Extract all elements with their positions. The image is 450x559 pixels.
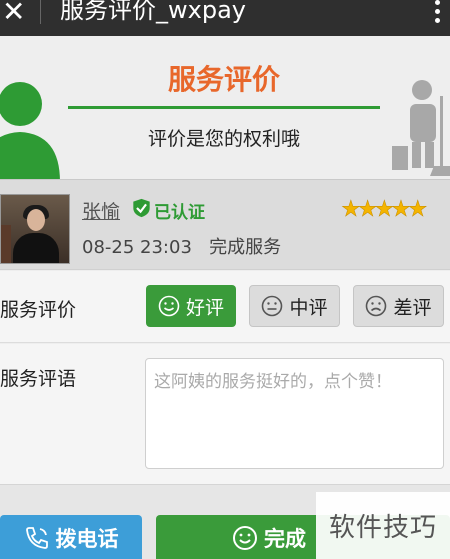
star-rating: ★★★★★	[341, 197, 428, 223]
rating-label: 服务评价	[0, 299, 77, 321]
service-meta: 08-25 23:03 完成服务	[82, 233, 281, 259]
frown-icon	[366, 295, 387, 317]
more-menu-icon[interactable]	[434, 0, 442, 23]
divider	[40, 0, 41, 24]
person-icon	[0, 82, 60, 182]
page-title: 服务评价	[167, 63, 280, 96]
watermark: 软件技巧	[316, 492, 450, 559]
verified-shield-icon	[133, 198, 150, 218]
comment-label: 服务评语	[0, 368, 77, 390]
bad-rating-button[interactable]: 差评	[353, 285, 444, 327]
page-subtitle: 评价是您的权利哦	[147, 128, 300, 150]
verified-label: 已认证	[154, 203, 205, 223]
neutral-rating-label: 中评	[289, 296, 328, 319]
avatar	[0, 194, 70, 264]
worker-card: 张愉 已认证 ★★★★★ 08-25 23:03 完成服务	[0, 179, 450, 270]
service-status: 完成服务	[209, 237, 282, 258]
cleaner-icon	[392, 80, 450, 176]
good-rating-label: 好评	[185, 296, 224, 319]
title-bar: ✕ 服务评价_wxpay	[0, 0, 450, 36]
comment-input[interactable]	[145, 358, 444, 469]
smile-icon	[158, 295, 180, 317]
neutral-face-icon	[262, 295, 283, 317]
close-icon[interactable]: ✕	[2, 0, 25, 30]
rating-section: 服务评价 好评 中评 差评	[0, 271, 450, 343]
page-header: 服务评价 评价是您的权利哦	[0, 36, 450, 182]
good-rating-button[interactable]: 好评	[146, 285, 236, 327]
call-button[interactable]: 拨电话	[0, 515, 142, 559]
done-button-label: 完成	[264, 526, 306, 551]
call-button-label: 拨电话	[55, 526, 119, 551]
window-title: 服务评价_wxpay	[60, 0, 246, 24]
neutral-rating-button[interactable]: 中评	[249, 285, 340, 327]
smile-icon	[233, 525, 257, 550]
worker-name[interactable]: 张愉	[82, 197, 120, 224]
phone-icon	[25, 526, 48, 549]
title-underline	[68, 106, 380, 109]
bad-rating-label: 差评	[393, 296, 432, 319]
comment-section: 服务评语	[0, 344, 450, 484]
service-time: 08-25 23:03	[82, 237, 192, 258]
